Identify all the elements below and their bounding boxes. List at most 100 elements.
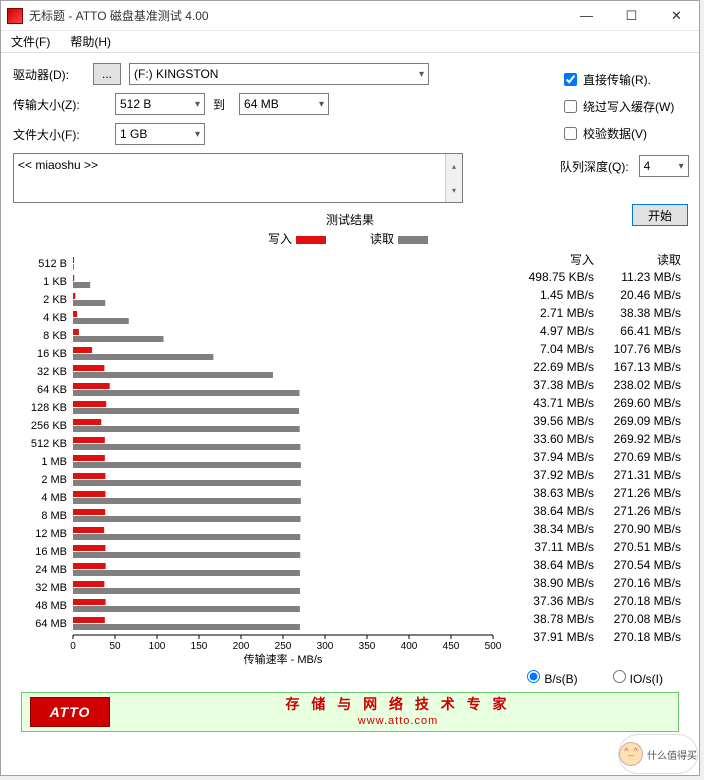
read-bar bbox=[73, 588, 300, 594]
bar-label: 12 MB bbox=[35, 528, 67, 540]
col-read: 读取 bbox=[600, 251, 687, 268]
chevron-down-icon: ▾ bbox=[679, 161, 684, 172]
drive-select[interactable]: (F:) KINGSTON ▾ bbox=[129, 63, 429, 85]
file-size-label: 文件大小(F): bbox=[13, 126, 93, 143]
close-button[interactable]: ✕ bbox=[654, 1, 699, 30]
transfer-size-to-select[interactable]: 64 MB▾ bbox=[239, 93, 329, 115]
chevron-down-icon: ▾ bbox=[319, 99, 324, 110]
speed-row: 43.71 MB/s269.60 MB/s bbox=[513, 394, 687, 412]
titlebar[interactable]: 无标题 - ATTO 磁盘基准测试 4.00 — ☐ ✕ bbox=[1, 1, 699, 31]
bar-label: 128 KB bbox=[31, 402, 67, 414]
maximize-button[interactable]: ☐ bbox=[609, 1, 654, 30]
menu-file[interactable]: 文件(F) bbox=[5, 31, 56, 52]
direct-io-checkbox[interactable] bbox=[564, 73, 577, 86]
read-bar bbox=[73, 336, 164, 342]
drive-browse-button[interactable]: ... bbox=[93, 63, 121, 85]
speed-row: 7.04 MB/s107.76 MB/s bbox=[513, 340, 687, 358]
read-bar bbox=[73, 552, 300, 558]
bar-label: 32 KB bbox=[37, 366, 67, 378]
drive-label: 驱动器(D): bbox=[13, 66, 93, 83]
read-bar bbox=[73, 444, 300, 450]
bar-label: 32 MB bbox=[35, 582, 67, 594]
radio-bytes[interactable]: B/s(B) bbox=[522, 667, 577, 686]
bar-label: 2 MB bbox=[41, 474, 67, 486]
speed-row: 37.38 MB/s238.02 MB/s bbox=[513, 376, 687, 394]
queue-depth-select[interactable]: 4▾ bbox=[639, 155, 689, 177]
speed-row: 1.45 MB/s20.46 MB/s bbox=[513, 286, 687, 304]
bypass-cache-label[interactable]: 绕过写入缓存(W) bbox=[583, 98, 674, 115]
start-button[interactable]: 开始 bbox=[632, 204, 688, 226]
results-title: 测试结果 bbox=[13, 211, 687, 228]
read-bar bbox=[73, 264, 74, 270]
verify-label[interactable]: 校验数据(V) bbox=[583, 125, 647, 142]
bypass-cache-checkbox[interactable] bbox=[564, 100, 577, 113]
write-bar bbox=[73, 419, 101, 425]
app-icon bbox=[7, 8, 23, 24]
minimize-button[interactable]: — bbox=[564, 1, 609, 30]
bar-label: 1 MB bbox=[41, 456, 67, 468]
write-bar bbox=[73, 455, 105, 461]
axis-label: 传输速率 - MB/s bbox=[244, 652, 323, 665]
bar-label: 512 KB bbox=[31, 438, 67, 450]
write-bar bbox=[73, 599, 106, 605]
radio-io[interactable]: IO/s(I) bbox=[608, 667, 663, 686]
write-bar bbox=[73, 473, 105, 479]
write-bar bbox=[73, 527, 104, 533]
to-label: 到 bbox=[213, 96, 225, 113]
speed-row: 37.92 MB/s271.31 MB/s bbox=[513, 466, 687, 484]
file-size-select[interactable]: 1 GB▾ bbox=[115, 123, 205, 145]
write-bar bbox=[73, 257, 74, 263]
svg-text:0: 0 bbox=[70, 641, 76, 652]
direct-io-label[interactable]: 直接传输(R). bbox=[583, 71, 651, 88]
speed-table: 写入 读取 498.75 KB/s11.23 MB/s1.45 MB/s20.4… bbox=[513, 251, 687, 665]
svg-text:150: 150 bbox=[191, 641, 208, 652]
svg-text:300: 300 bbox=[317, 641, 334, 652]
write-bar bbox=[73, 311, 77, 317]
speed-row: 38.78 MB/s270.08 MB/s bbox=[513, 610, 687, 628]
read-bar bbox=[73, 462, 301, 468]
read-bar bbox=[73, 282, 90, 288]
bar-label: 256 KB bbox=[31, 420, 67, 432]
speed-row: 33.60 MB/s269.92 MB/s bbox=[513, 430, 687, 448]
speed-row: 37.91 MB/s270.18 MB/s bbox=[513, 628, 687, 646]
speed-row: 4.97 MB/s66.41 MB/s bbox=[513, 322, 687, 340]
transfer-size-from-select[interactable]: 512 B▾ bbox=[115, 93, 205, 115]
watermark: 什么值得买 bbox=[618, 734, 698, 774]
read-bar bbox=[73, 354, 213, 360]
banner-url: www.atto.com bbox=[358, 715, 438, 727]
svg-text:200: 200 bbox=[233, 641, 250, 652]
speed-row: 37.36 MB/s270.18 MB/s bbox=[513, 592, 687, 610]
svg-text:350: 350 bbox=[359, 641, 376, 652]
description-box[interactable]: << miaoshu >> ▴ ▾ bbox=[13, 153, 463, 203]
write-bar bbox=[73, 365, 104, 371]
queue-depth-label: 队列深度(Q): bbox=[560, 158, 629, 175]
scroll-down-icon[interactable]: ▾ bbox=[445, 178, 462, 202]
menu-help[interactable]: 帮助(H) bbox=[64, 31, 117, 52]
face-icon bbox=[619, 742, 643, 766]
read-bar bbox=[73, 300, 105, 306]
banner[interactable]: ATTO 存 储 与 网 络 技 术 专 家 www.atto.com bbox=[21, 692, 679, 732]
chevron-down-icon: ▾ bbox=[419, 69, 424, 80]
write-bar bbox=[73, 401, 106, 407]
write-bar bbox=[73, 509, 105, 515]
svg-text:400: 400 bbox=[401, 641, 418, 652]
read-bar bbox=[73, 516, 301, 522]
svg-text:450: 450 bbox=[443, 641, 460, 652]
scroll-up-icon[interactable]: ▴ bbox=[445, 154, 462, 178]
bar-label: 16 MB bbox=[35, 546, 67, 558]
bar-label: 4 KB bbox=[43, 312, 67, 324]
write-bar bbox=[73, 383, 110, 389]
atto-logo: ATTO bbox=[30, 697, 110, 727]
write-bar bbox=[73, 545, 105, 551]
read-bar bbox=[73, 480, 301, 486]
window-title: 无标题 - ATTO 磁盘基准测试 4.00 bbox=[29, 7, 564, 24]
transfer-size-label: 传输大小(Z): bbox=[13, 96, 93, 113]
write-bar bbox=[73, 293, 75, 299]
svg-text:50: 50 bbox=[109, 641, 121, 652]
legend: 写入 读取 bbox=[13, 230, 687, 247]
verify-checkbox[interactable] bbox=[564, 127, 577, 140]
legend-write-swatch bbox=[296, 236, 326, 244]
speed-row: 498.75 KB/s11.23 MB/s bbox=[513, 268, 687, 286]
read-bar bbox=[73, 426, 300, 432]
bar-label: 512 B bbox=[38, 258, 67, 270]
